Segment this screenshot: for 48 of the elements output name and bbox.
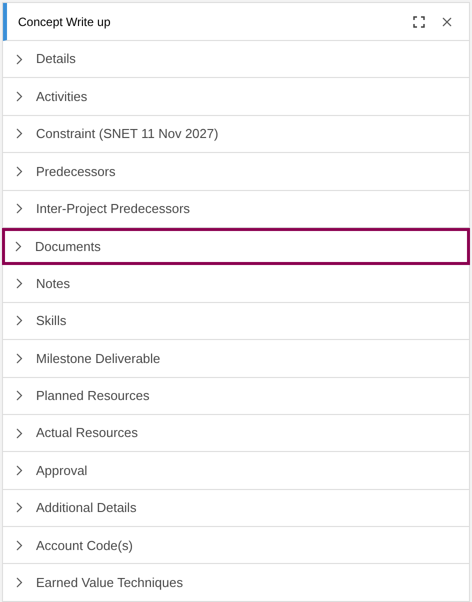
section-label: Approval xyxy=(36,462,88,480)
accordion-row[interactable]: Actual Resources xyxy=(3,414,469,452)
section-label: Additional Details xyxy=(36,499,136,518)
accordion-row[interactable]: Constraint (SNET 11 Nov 2027) xyxy=(3,116,469,154)
chevron-icon xyxy=(16,428,23,439)
chevron-icon xyxy=(16,166,23,177)
accordion-row[interactable]: Planned Resources xyxy=(3,378,469,415)
accordion-row[interactable]: Approval xyxy=(3,452,469,490)
chevron-icon xyxy=(15,241,22,252)
section-label: Actual Resources xyxy=(36,424,138,442)
section-label: Notes xyxy=(36,274,70,293)
accordion-row[interactable]: Predecessors xyxy=(3,153,469,191)
chevron-icon xyxy=(16,203,23,214)
chevron-icon xyxy=(16,577,23,588)
chevron-icon xyxy=(16,91,23,102)
section-label: Planned Resources xyxy=(36,386,150,405)
section-label: Account Code(s) xyxy=(36,536,133,555)
accordion-row[interactable]: Inter-Project Predecessors xyxy=(3,190,469,228)
accordion-row[interactable]: Activities xyxy=(3,78,469,116)
chevron-icon xyxy=(16,390,23,402)
chevron-icon xyxy=(16,502,23,514)
chevron-icon xyxy=(16,540,23,551)
section-label: Predecessors xyxy=(36,162,116,181)
panel-title: Concept Write up xyxy=(18,14,112,30)
accordion-row[interactable]: Milestone Deliverable xyxy=(3,340,469,378)
close-icon xyxy=(442,16,452,26)
chevron-icon xyxy=(16,128,23,140)
section-label: Earned Value Techniques xyxy=(36,574,183,592)
section-label: Activities xyxy=(36,88,88,106)
section-label: Constraint (SNET 11 Nov 2027) xyxy=(36,125,218,144)
accordion-row[interactable]: Earned Value Techniques xyxy=(3,564,469,602)
chevron-icon xyxy=(16,278,23,290)
section-label: Documents xyxy=(35,238,101,256)
maximize-icon xyxy=(413,16,425,28)
chevron-icon xyxy=(16,352,23,364)
accordion-row[interactable]: Skills xyxy=(3,302,469,340)
accordion-row[interactable]: Account Code(s) xyxy=(3,527,469,564)
accordion-row[interactable]: Additional Details xyxy=(3,490,469,528)
section-label: Details xyxy=(36,50,76,68)
section-label: Inter-Project Predecessors xyxy=(36,200,190,218)
section-label: Milestone Deliverable xyxy=(36,350,160,368)
chevron-icon xyxy=(16,54,23,65)
chevron-icon xyxy=(16,464,23,476)
accordion-row[interactable]: Notes xyxy=(3,265,469,303)
chevron-icon xyxy=(16,315,23,326)
accordion-row[interactable]: Details xyxy=(3,41,469,78)
section-label: Skills xyxy=(36,312,66,330)
accordion-row[interactable]: Documents xyxy=(2,228,470,266)
